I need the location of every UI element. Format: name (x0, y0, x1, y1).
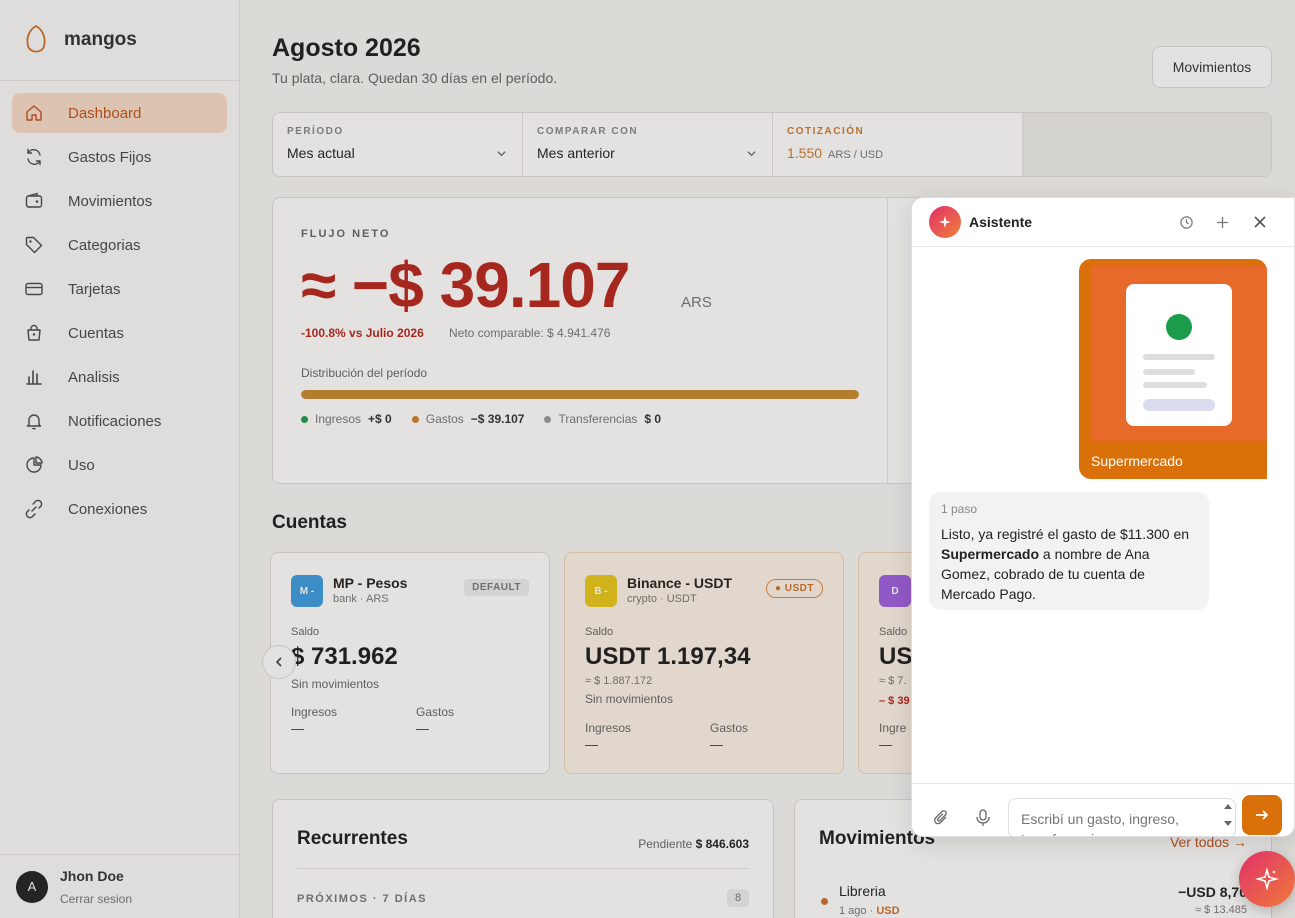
message-input[interactable] (1008, 798, 1236, 836)
receipt-dot (1166, 314, 1192, 340)
receipt-pill (1143, 399, 1215, 411)
sparkle-icon (929, 206, 961, 238)
receipt-line (1143, 382, 1207, 388)
assistant-message-text: Listo, ya registré el gasto de $11.300 e… (941, 524, 1197, 604)
paperclip-icon[interactable] (933, 809, 951, 827)
clock-icon (1179, 215, 1193, 229)
close-button[interactable] (1246, 208, 1274, 236)
user-message: Supermercado (1079, 259, 1267, 479)
bot-text-bold: Supermercado (941, 546, 1040, 562)
assistant-step-label[interactable]: 1 paso (941, 502, 1197, 516)
history-button[interactable] (1172, 208, 1200, 236)
assistant-message: 1 paso Listo, ya registré el gasto de $1… (929, 492, 1209, 610)
assistant-panel: Asistente Supermercado 1 paso Listo, ya … (911, 197, 1295, 837)
close-icon (1254, 216, 1266, 228)
microphone-icon[interactable] (975, 809, 991, 827)
bot-text-1: Listo, ya registré el gasto de $11.300 e… (941, 526, 1190, 542)
assistant-header: Asistente (912, 198, 1294, 247)
new-chat-button[interactable] (1208, 208, 1236, 236)
receipt-line (1143, 369, 1195, 375)
assistant-title: Asistente (969, 214, 1033, 230)
assistant-input-bar (912, 783, 1294, 836)
sparkle-icon (1255, 867, 1279, 891)
user-message-text: Supermercado (1091, 453, 1183, 469)
resize-arrows-icon[interactable] (1223, 802, 1233, 828)
send-button[interactable] (1242, 795, 1282, 835)
receipt-line (1143, 354, 1215, 360)
assistant-fab-button[interactable] (1239, 851, 1295, 907)
plus-icon (1216, 216, 1228, 228)
arrow-right-icon (1256, 810, 1269, 820)
receipt-icon (1126, 284, 1232, 426)
receipt-image[interactable] (1091, 266, 1267, 441)
